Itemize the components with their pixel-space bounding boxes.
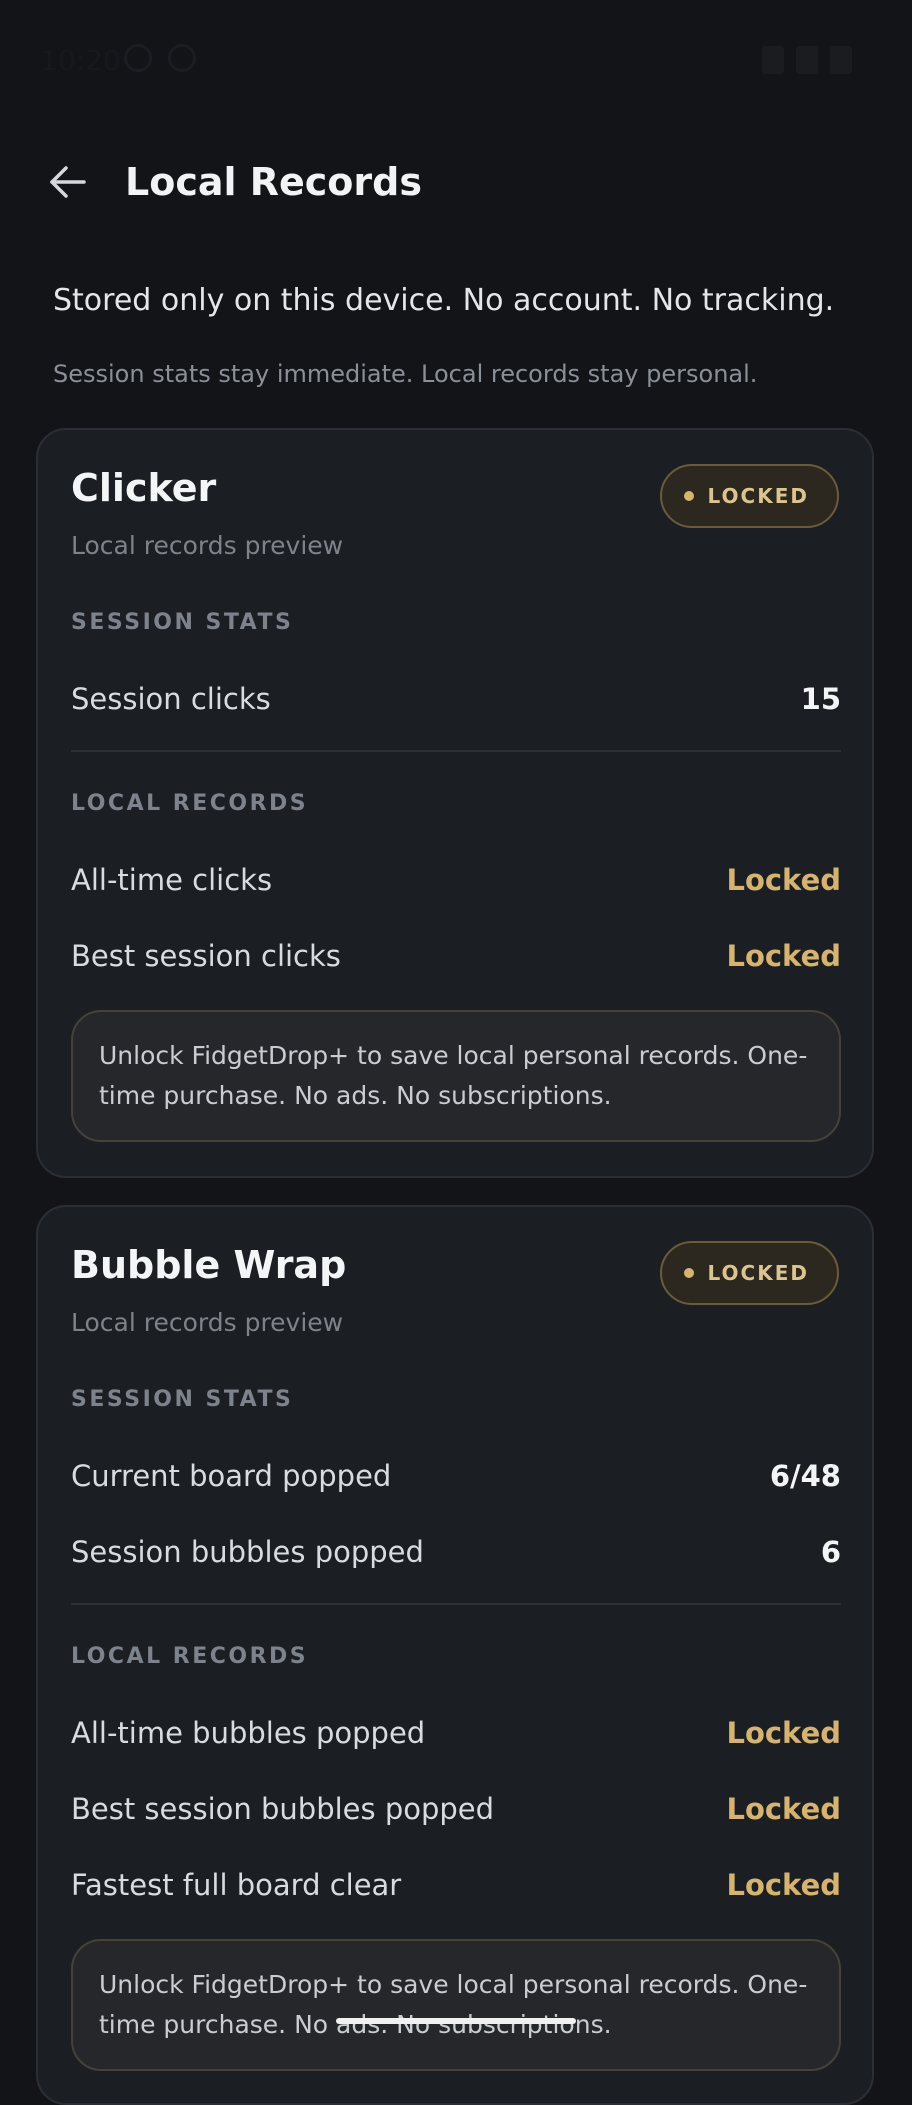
battery-icon bbox=[830, 46, 852, 74]
record-value-locked: Locked bbox=[726, 939, 841, 973]
stat-row: Session clicks 15 bbox=[71, 674, 841, 724]
card-subtitle: Local records preview bbox=[71, 531, 344, 560]
divider bbox=[71, 1603, 841, 1605]
intro-text: Stored only on this device. No account. … bbox=[53, 283, 835, 318]
card-title: Clicker bbox=[71, 466, 217, 510]
bubble-wrap-card: Bubble Wrap Local records preview LOCKED… bbox=[36, 1205, 874, 2105]
stat-value: 6/48 bbox=[769, 1459, 841, 1493]
stat-value: 6 bbox=[820, 1535, 841, 1569]
record-row: All-time clicks Locked bbox=[71, 855, 841, 905]
stat-row: Current board popped 6/48 bbox=[71, 1451, 841, 1501]
stat-value: 15 bbox=[800, 682, 841, 716]
record-value-locked: Locked bbox=[726, 863, 841, 897]
wifi-icon bbox=[762, 46, 784, 74]
badge-label: LOCKED bbox=[707, 484, 809, 508]
signal-icon bbox=[796, 46, 818, 74]
record-label: All-time clicks bbox=[71, 863, 273, 897]
badge-dot-icon bbox=[683, 491, 694, 501]
card-title: Bubble Wrap bbox=[71, 1243, 347, 1287]
locked-badge: LOCKED bbox=[659, 464, 839, 528]
record-label: Best session clicks bbox=[71, 939, 341, 973]
app-bar: Local Records bbox=[0, 140, 912, 230]
record-value-locked: Locked bbox=[726, 1868, 841, 1902]
arrow-left-icon[interactable] bbox=[44, 158, 92, 206]
locked-badge: LOCKED bbox=[659, 1241, 839, 1305]
stat-label: Session clicks bbox=[71, 682, 271, 716]
intro-subtext: Session stats stay immediate. Local reco… bbox=[53, 360, 758, 388]
unlock-notice[interactable]: Unlock FidgetDrop+ to save local persona… bbox=[71, 1939, 841, 2071]
status-time: 10:20 bbox=[40, 44, 121, 77]
unlock-notice[interactable]: Unlock FidgetDrop+ to save local persona… bbox=[71, 1010, 841, 1142]
notification-icon bbox=[124, 44, 152, 72]
status-icons-left bbox=[124, 44, 196, 72]
section-label-local-records: LOCAL RECORDS bbox=[71, 1644, 309, 1669]
record-label: Fastest full board clear bbox=[71, 1868, 402, 1902]
record-value-locked: Locked bbox=[726, 1792, 841, 1826]
divider bbox=[71, 750, 841, 752]
stat-row: Session bubbles popped 6 bbox=[71, 1527, 841, 1577]
section-label-session-stats: SESSION STATS bbox=[71, 610, 294, 635]
badge-label: LOCKED bbox=[707, 1261, 809, 1285]
record-value-locked: Locked bbox=[726, 1716, 841, 1750]
info-icon bbox=[168, 44, 196, 72]
record-row: All-time bubbles popped Locked bbox=[71, 1708, 841, 1758]
clicker-card: Clicker Local records preview LOCKED SES… bbox=[36, 428, 874, 1178]
status-bar: 10:20 bbox=[0, 0, 912, 120]
status-icons-right bbox=[762, 46, 852, 74]
badge-dot-icon bbox=[683, 1268, 694, 1278]
record-label: All-time bubbles popped bbox=[71, 1716, 426, 1750]
card-subtitle: Local records preview bbox=[71, 1308, 344, 1337]
record-row: Best session clicks Locked bbox=[71, 931, 841, 981]
stat-label: Current board popped bbox=[71, 1459, 392, 1493]
record-row: Fastest full board clear Locked bbox=[71, 1860, 841, 1910]
stat-label: Session bubbles popped bbox=[71, 1535, 424, 1569]
section-label-local-records: LOCAL RECORDS bbox=[71, 791, 309, 816]
page-title: Local Records bbox=[125, 160, 422, 204]
home-indicator[interactable] bbox=[336, 2018, 576, 2024]
record-label: Best session bubbles popped bbox=[71, 1792, 495, 1826]
record-row: Best session bubbles popped Locked bbox=[71, 1784, 841, 1834]
section-label-session-stats: SESSION STATS bbox=[71, 1387, 294, 1412]
